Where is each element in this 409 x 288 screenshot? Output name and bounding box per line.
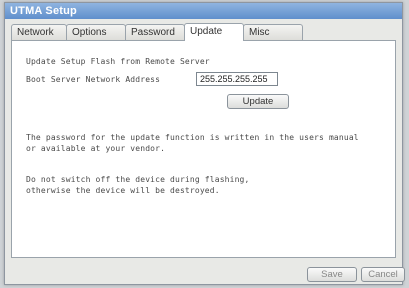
boot-server-label: Boot Server Network Address <box>26 75 161 84</box>
tab-update[interactable]: Update <box>184 23 244 41</box>
tab-bar: Network Options Password Update Misc <box>11 23 303 41</box>
tab-password[interactable]: Password <box>125 24 185 41</box>
password-note-line1: The password for the update function is … <box>26 133 359 142</box>
update-panel: Update Setup Flash from Remote Server Bo… <box>11 40 396 258</box>
window-title: UTMA Setup <box>5 3 402 19</box>
update-button[interactable]: Update <box>227 94 289 109</box>
password-note-line2: or available at your vendor. <box>26 144 166 153</box>
cancel-button[interactable]: Cancel <box>361 267 405 282</box>
warning-line2: otherwise the device will be destroyed. <box>26 186 220 195</box>
save-button[interactable]: Save <box>307 267 357 282</box>
boot-server-address-input[interactable]: 255.255.255.255 <box>196 72 278 86</box>
update-heading: Update Setup Flash from Remote Server <box>26 57 210 66</box>
tab-options[interactable]: Options <box>66 24 126 41</box>
tab-network[interactable]: Network <box>11 24 67 41</box>
tab-misc[interactable]: Misc <box>243 24 303 41</box>
setup-window: UTMA Setup Network Options Password Upda… <box>4 2 405 285</box>
warning-line1: Do not switch off the device during flas… <box>26 175 250 184</box>
